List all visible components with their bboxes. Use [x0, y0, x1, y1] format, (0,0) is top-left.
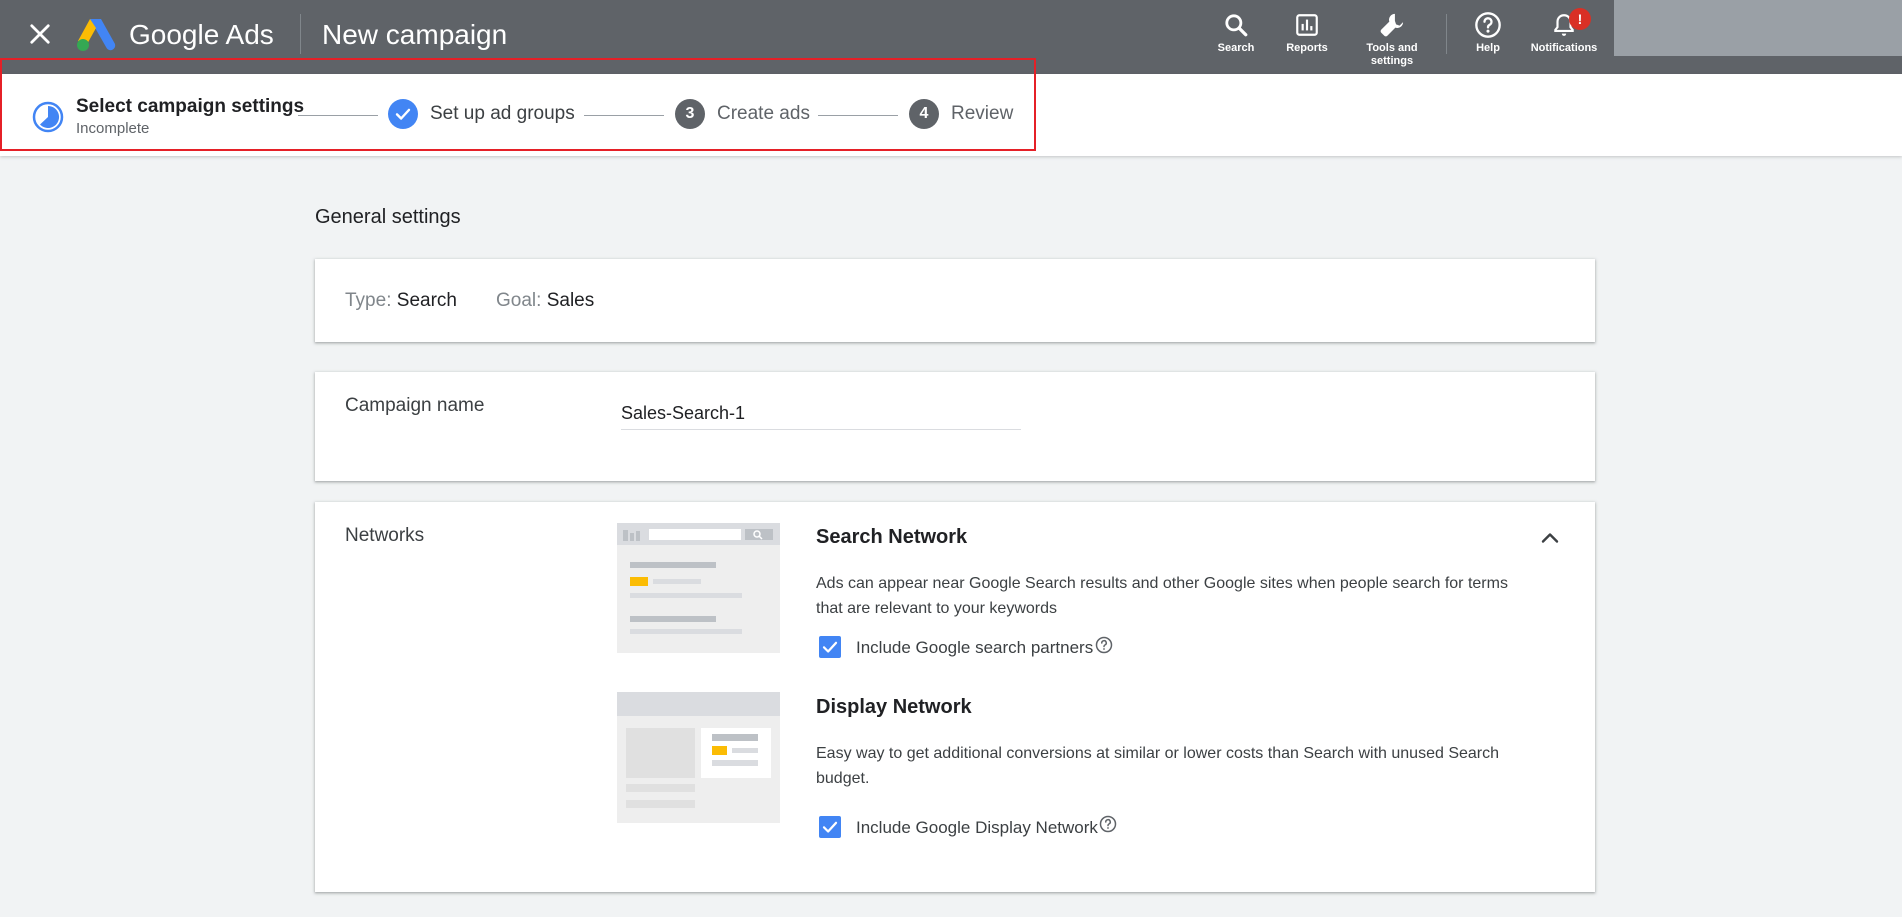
display-network-illustration: [617, 692, 780, 823]
step-set-up-ad-groups[interactable]: Set up ad groups: [388, 99, 575, 129]
step-connector: [818, 115, 898, 116]
search-icon: [1225, 14, 1248, 37]
step-label: Create ads: [717, 103, 810, 124]
campaign-name-label: Campaign name: [345, 395, 485, 416]
display-network-label: Include Google Display Network: [856, 818, 1098, 837]
search-tool-button[interactable]: Search: [1196, 8, 1276, 55]
google-ads-logo: [77, 19, 116, 51]
reports-icon: [1296, 14, 1318, 36]
search-network-title: Search Network: [816, 526, 968, 548]
close-icon: [30, 24, 50, 44]
brand-name: Google Ads: [129, 19, 274, 50]
step-number: 3: [675, 99, 705, 129]
help-icon: [1475, 12, 1501, 38]
step-connector: [584, 115, 664, 116]
search-partners-checkbox[interactable]: [819, 636, 841, 658]
tools-settings-label: Tools and settings: [1366, 42, 1418, 67]
reports-tool-button[interactable]: Reports: [1267, 8, 1347, 55]
display-network-title: Display Network: [816, 696, 972, 718]
step-status: Incomplete: [76, 120, 150, 137]
help-circle-icon[interactable]: [1095, 636, 1113, 654]
campaign-name-input[interactable]: [621, 398, 1021, 430]
step-review[interactable]: 4 Review: [909, 99, 1013, 129]
help-circle-icon[interactable]: [1099, 815, 1117, 833]
step-number: 4: [909, 99, 939, 129]
wrench-icon: [1380, 13, 1404, 37]
campaign-type: Type: Search: [345, 290, 457, 311]
display-network-description: Easy way to get additional conversions a…: [816, 745, 1500, 787]
search-network-description: Ads can appear near Google Search result…: [816, 575, 1508, 617]
section-title: General settings: [315, 206, 461, 228]
step-create-ads[interactable]: 3 Create ads: [675, 99, 810, 129]
display-network-checkbox[interactable]: [819, 816, 841, 838]
close-button[interactable]: [26, 20, 54, 48]
campaign-goal: Goal: Sales: [496, 290, 595, 311]
progress-pie-icon: [32, 101, 64, 132]
checkmark-icon: [822, 821, 838, 833]
divider: [1446, 14, 1447, 54]
networks-label: Networks: [345, 525, 425, 546]
step-label: Select campaign settings: [76, 96, 305, 117]
tools-settings-button[interactable]: Tools and settings: [1352, 8, 1432, 68]
step-connector: [298, 115, 378, 116]
step-label: Review: [951, 103, 1014, 124]
notifications-tool-label: Notifications: [1530, 42, 1598, 54]
divider: [300, 14, 301, 54]
notification-badge: !: [1569, 8, 1591, 30]
top-app-bar: Google Ads New campaign Search Reports T…: [0, 0, 1902, 74]
chevron-up-icon[interactable]: [1538, 526, 1562, 550]
checkmark-icon: [822, 641, 838, 653]
help-tool-button[interactable]: Help: [1448, 8, 1528, 55]
reports-tool-label: Reports: [1286, 42, 1328, 54]
search-partners-label: Include Google search partners: [856, 638, 1094, 657]
type-goal-card: Type: Search Goal: Sales: [315, 259, 1595, 342]
help-tool-label: Help: [1476, 42, 1500, 54]
check-circle-icon: [388, 99, 418, 129]
search-tool-label: Search: [1217, 42, 1255, 54]
step-label: Set up ad groups: [430, 103, 575, 124]
account-area[interactable]: [1614, 0, 1902, 56]
page-title: New campaign: [322, 19, 508, 50]
step-select-campaign-settings[interactable]: Select campaign settings Incomplete: [32, 96, 304, 137]
search-network-illustration: [617, 523, 780, 653]
notifications-tool-button[interactable]: Notifications !: [1523, 8, 1605, 55]
